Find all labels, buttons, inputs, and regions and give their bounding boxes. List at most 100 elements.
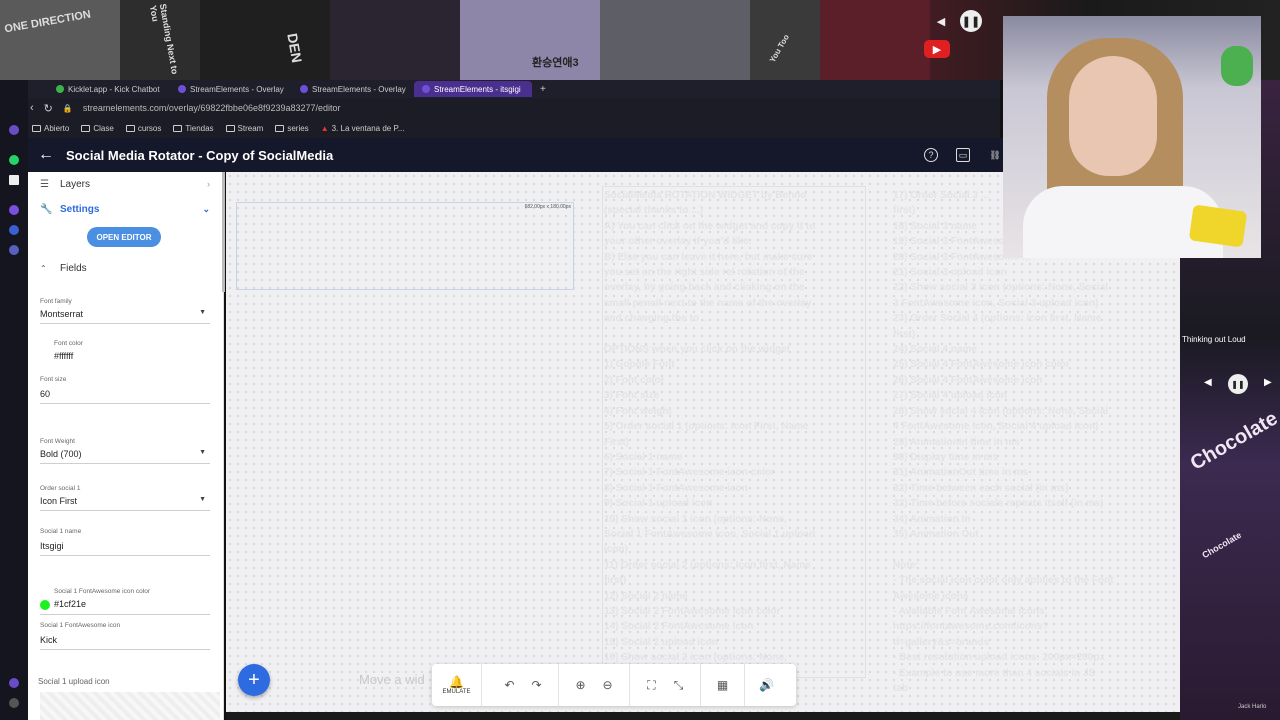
bell-icon: 🔔 — [449, 675, 464, 689]
banner-tile — [330, 0, 460, 80]
banner-tile-text: You Too — [767, 32, 792, 65]
tab-title: StreamElements - itsgigi — [434, 84, 521, 94]
field-label: Font size — [40, 376, 67, 383]
url-field[interactable]: streamelements.com/overlay/69822fbbe06e8… — [83, 103, 341, 113]
zoom-out-icon[interactable]: ⊖ — [594, 678, 621, 692]
settings-row[interactable]: 🔧 Settings ⌄ — [28, 197, 223, 221]
more-icon[interactable] — [9, 698, 19, 708]
chevron-right-icon: › — [207, 179, 210, 189]
toolbar-divider — [700, 664, 701, 706]
back-arrow-icon[interactable]: ← — [38, 146, 54, 164]
emulate-button[interactable]: 🔔 EMULATE — [432, 664, 482, 706]
order-social-1-select[interactable]: Order social 1 Icon First ▼ — [40, 485, 210, 511]
tab-favicon-icon — [56, 85, 64, 93]
folder-icon — [81, 124, 91, 132]
social-1-icon-color-field[interactable]: Social 1 FontAwesome icon color #1cf21e — [40, 588, 210, 615]
browser-tab[interactable]: StreamElements - Overlay — [170, 81, 288, 97]
lock-icon: 🔒 — [62, 103, 73, 113]
color-swatch[interactable] — [40, 599, 50, 610]
tab-title: StreamElements - Overlay — [190, 84, 284, 94]
bookmarks-bar: Abierto Clase cursos Tiendas Stream seri… — [0, 118, 1000, 138]
undo-icon[interactable]: ↶ — [496, 678, 523, 692]
social-1-upload-field[interactable]: Social 1 upload icon — [38, 677, 208, 686]
sidebar-scrollbar[interactable] — [222, 172, 225, 292]
bottom-strip — [226, 712, 1180, 720]
redo-icon[interactable]: ↷ — [523, 678, 550, 692]
field-value: Montserrat — [40, 309, 84, 319]
browser-sidebar — [0, 80, 28, 720]
font-size-field[interactable]: Font size 60 — [40, 376, 210, 404]
previous-track-icon[interactable]: ◀ — [1204, 377, 1212, 388]
zoom-in-icon[interactable]: ⊕ — [567, 678, 594, 692]
widget-selection-box[interactable]: 682.00px x 180.00px — [236, 202, 574, 290]
field-value: Kick — [40, 635, 58, 645]
app-header: ← Social Media Rotator - Copy of SocialM… — [28, 138, 1003, 172]
green-plush — [1221, 46, 1253, 86]
upload-dropzone[interactable] — [40, 692, 220, 720]
font-family-select[interactable]: Font family Montserrat ▼ — [40, 298, 210, 324]
back-nav-icon[interactable]: ‹ — [30, 102, 34, 114]
bookmark-item[interactable]: Abierto — [32, 124, 69, 133]
clock-icon[interactable] — [9, 225, 19, 235]
chevron-down-icon: ⌄ — [202, 203, 210, 214]
banner-tile — [600, 0, 750, 80]
music-pause-icon[interactable]: ❚❚ — [1228, 374, 1248, 394]
bookmark-item[interactable]: Stream — [225, 124, 263, 133]
browser-tab[interactable]: StreamElements - Overlay — [292, 81, 410, 97]
track-title: Thinking out Loud — [1182, 335, 1246, 344]
tab-title: Kicklet.app - Kick Chatbot — [68, 84, 160, 94]
bookmark-item[interactable]: ▲ 3. La ventana de P... — [321, 124, 405, 133]
open-editor-button[interactable]: OPEN EDITOR — [87, 227, 161, 247]
bookmark-label: Abierto — [44, 123, 70, 133]
album-title-text: Chocolate — [1200, 529, 1244, 561]
tab-favicon-icon — [300, 85, 308, 93]
new-tab-button[interactable]: + — [540, 84, 546, 95]
canvas-toolbar: 🔔 EMULATE ↶ ↷ ⊕ ⊖ ⛶ ⤡ ▦ 🔊 — [432, 664, 796, 706]
add-widget-button[interactable]: + — [238, 664, 270, 696]
bookmark-item[interactable]: cursos — [125, 124, 161, 133]
field-label: Font Weight — [40, 438, 75, 445]
fit-screen-icon[interactable]: ⛶ — [638, 678, 665, 693]
font-color-field[interactable]: Font color #ffffff — [40, 340, 210, 365]
actual-size-icon[interactable]: ⤡ — [665, 678, 692, 693]
tab-favicon-icon — [178, 85, 186, 93]
grid-icon[interactable]: ▦ — [709, 678, 736, 692]
bookmark-item[interactable]: Tiendas — [173, 124, 214, 133]
app-shortcut-icon[interactable] — [9, 125, 19, 135]
screen: ONE DIRECTION Standing Next to You DEN 환… — [0, 0, 1280, 720]
pause-icon[interactable]: ❚❚ — [960, 10, 982, 32]
x-icon[interactable] — [9, 175, 19, 185]
social-1-fontawesome-icon-field[interactable]: Social 1 FontAwesome icon Kick — [40, 622, 210, 650]
whatsapp-icon[interactable] — [9, 155, 19, 165]
settings-icon[interactable] — [9, 245, 19, 255]
instructions-column-2: 17) Order Social 3 ... first) 18) Social… — [893, 190, 1114, 694]
layers-label: Layers — [60, 178, 91, 190]
folder-icon — [173, 124, 183, 132]
link-icon[interactable]: ⛓ — [988, 148, 1002, 162]
folder-icon — [275, 124, 285, 132]
reload-icon[interactable]: ↻ — [44, 102, 53, 115]
move-hint-text: Move a wid — [359, 672, 425, 687]
browser-tab[interactable]: Kicklet.app - Kick Chatbot — [48, 81, 166, 97]
youtube-icon: ▶ — [924, 40, 950, 58]
monitor-icon[interactable]: ▭ — [956, 148, 970, 162]
font-weight-select[interactable]: Font Weight Bold (700) ▼ — [40, 438, 210, 464]
field-value: #ffffff — [54, 351, 74, 361]
bookmark-item[interactable]: series — [275, 123, 309, 133]
fields-row[interactable]: ⌃ Fields — [28, 256, 223, 280]
volume-icon[interactable]: 🔊 — [753, 678, 780, 692]
gx-icon[interactable] — [9, 678, 19, 688]
next-track-icon[interactable]: ▶ — [1264, 377, 1272, 388]
social-1-name-field[interactable]: Social 1 name Itsgigi — [40, 528, 210, 556]
bookmark-item[interactable]: Clase — [81, 124, 114, 133]
bookmark-label: series — [287, 123, 309, 133]
help-icon[interactable]: ? — [924, 148, 938, 162]
banner-tile: ONE DIRECTION — [0, 0, 120, 80]
banner-tile-text: ONE DIRECTION — [3, 8, 92, 36]
field-label: Order social 1 — [40, 485, 81, 492]
address-bar: ‹ ↻ 🔒 streamelements.com/overlay/69822fb… — [0, 98, 1000, 118]
twitch-icon[interactable] — [9, 205, 19, 215]
layers-row[interactable]: ☰ Layers › — [28, 172, 223, 196]
previous-icon[interactable]: ◀ — [930, 10, 952, 32]
browser-tab-active[interactable]: StreamElements - itsgigi — [414, 81, 532, 97]
